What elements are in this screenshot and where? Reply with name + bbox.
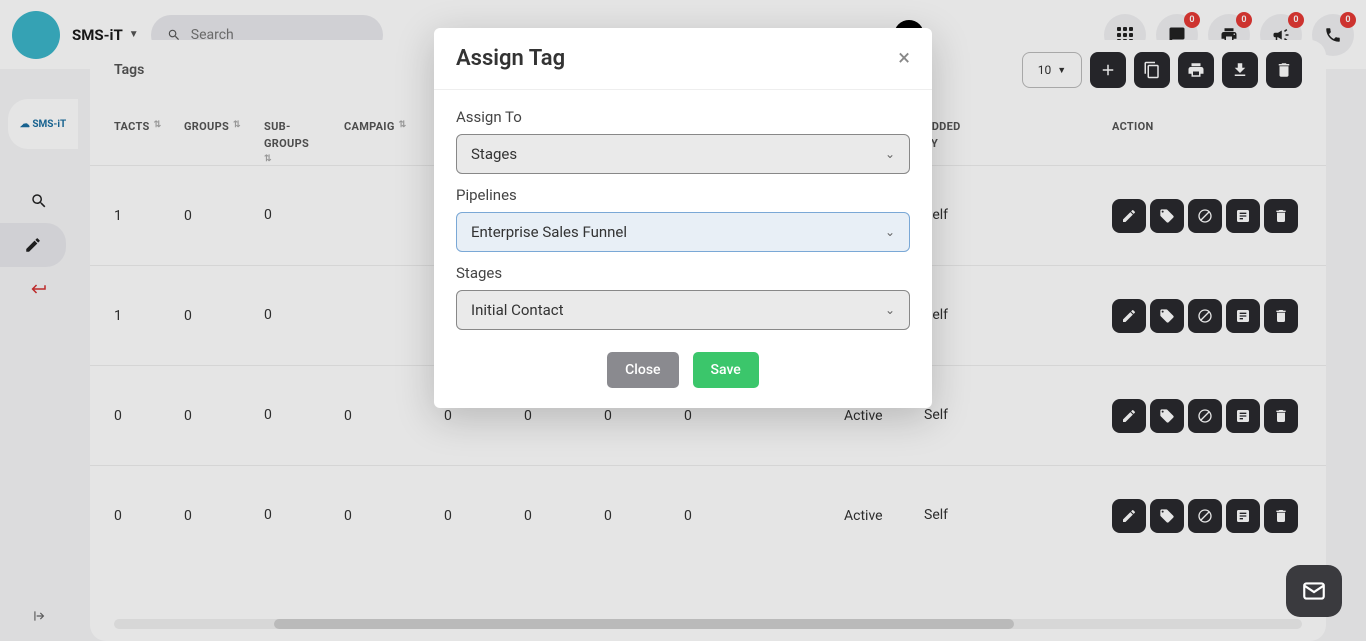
stages-label: Stages <box>456 264 910 282</box>
assign-tag-modal: Assign Tag × Assign To Stages ⌄ Pipeline… <box>434 28 932 408</box>
modal-body: Assign To Stages ⌄ Pipelines Enterprise … <box>434 90 932 338</box>
pipelines-label: Pipelines <box>456 186 910 204</box>
assign-to-label: Assign To <box>456 108 910 126</box>
modal-title: Assign Tag <box>456 46 565 71</box>
close-icon[interactable]: × <box>898 46 910 71</box>
save-button[interactable]: Save <box>693 352 759 388</box>
modal-backdrop[interactable]: Assign Tag × Assign To Stages ⌄ Pipeline… <box>0 0 1366 641</box>
assign-to-value: Stages <box>471 145 517 163</box>
pipelines-select[interactable]: Enterprise Sales Funnel ⌄ <box>456 212 910 252</box>
chevron-down-icon: ⌄ <box>885 225 895 239</box>
assign-to-select[interactable]: Stages ⌄ <box>456 134 910 174</box>
modal-header: Assign Tag × <box>434 28 932 90</box>
close-button[interactable]: Close <box>607 352 678 388</box>
chevron-down-icon: ⌄ <box>885 303 895 317</box>
pipelines-value: Enterprise Sales Funnel <box>471 223 627 241</box>
stages-value: Initial Contact <box>471 301 564 319</box>
modal-footer: Close Save <box>434 338 932 408</box>
chevron-down-icon: ⌄ <box>885 147 895 161</box>
stages-select[interactable]: Initial Contact ⌄ <box>456 290 910 330</box>
